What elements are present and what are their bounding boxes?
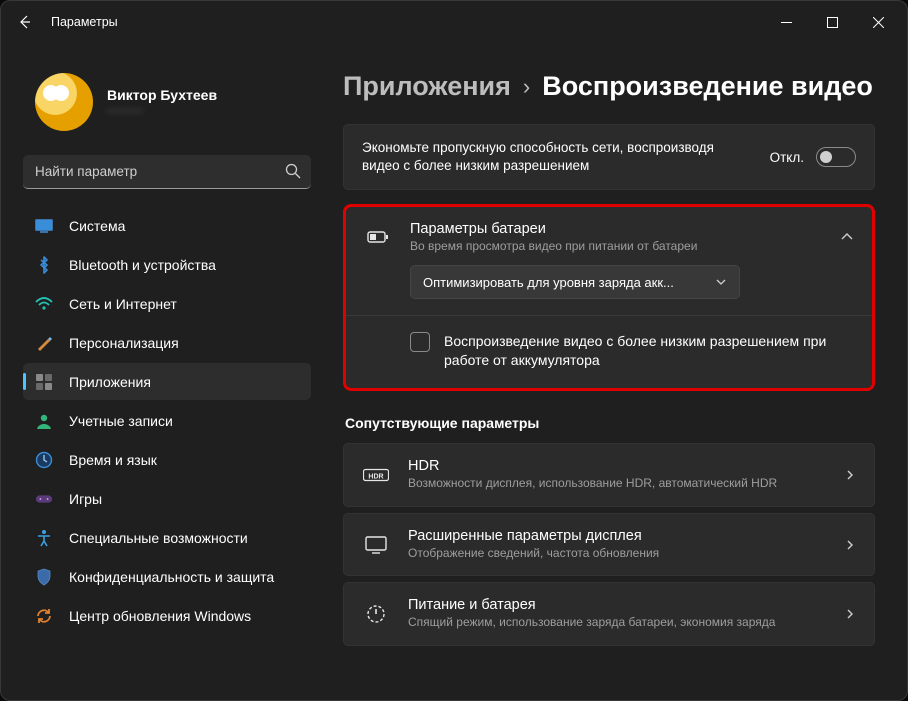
bandwidth-card: Экономьте пропускную способность сети, в…	[343, 124, 875, 190]
bandwidth-toggle[interactable]	[816, 147, 856, 167]
low-res-checkbox[interactable]	[410, 332, 430, 352]
battery-header[interactable]: Параметры батареи Во время просмотра вид…	[346, 207, 872, 259]
link-title: Расширенные параметры дисплея	[408, 528, 826, 544]
link-subtitle: Возможности дисплея, использование HDR, …	[408, 476, 826, 492]
chevron-down-icon	[715, 276, 727, 288]
battery-subtitle: Во время просмотра видео при питании от …	[410, 239, 822, 253]
chevron-right-icon: ›	[523, 74, 530, 100]
chevron-right-icon	[844, 608, 856, 620]
link-title: Питание и батарея	[408, 597, 826, 613]
nav-personalization[interactable]: Персонализация	[23, 324, 311, 361]
low-res-checkbox-row: Воспроизведение видео с более низким раз…	[346, 316, 872, 388]
battery-icon	[364, 228, 392, 246]
nav-gaming[interactable]: Игры	[23, 480, 311, 517]
clock-globe-icon	[35, 451, 53, 469]
profile-email: ———	[107, 103, 217, 117]
breadcrumb-parent[interactable]: Приложения	[343, 71, 511, 102]
maximize-button[interactable]	[809, 6, 855, 38]
gamepad-icon	[35, 490, 53, 508]
main-content: Приложения › Воспроизведение видео Эконо…	[323, 43, 903, 700]
close-button[interactable]	[855, 6, 901, 38]
breadcrumb: Приложения › Воспроизведение видео	[343, 71, 875, 102]
battery-settings-group: Параметры батареи Во время просмотра вид…	[343, 204, 875, 391]
profile-block[interactable]: Виктор Бухтеев ———	[23, 73, 323, 131]
nav-accessibility[interactable]: Специальные возможности	[23, 519, 311, 556]
checkbox-label: Воспроизведение видео с более низким раз…	[444, 332, 854, 370]
nav-label: Конфиденциальность и защита	[69, 569, 274, 585]
nav-label: Приложения	[69, 374, 151, 390]
dropdown-value: Оптимизировать для уровня заряда акк...	[423, 275, 674, 290]
search-input[interactable]	[23, 155, 311, 189]
chevron-up-icon	[840, 230, 854, 244]
nav-label: Время и язык	[69, 452, 157, 468]
link-display-advanced[interactable]: Расширенные параметры дисплея Отображени…	[343, 513, 875, 577]
bluetooth-icon	[35, 256, 53, 274]
nav-label: Специальные возможности	[69, 530, 248, 546]
monitor-icon	[35, 217, 53, 235]
nav-label: Система	[69, 218, 125, 234]
person-icon	[35, 412, 53, 430]
nav: Система Bluetooth и устройства Сеть и Ин…	[23, 207, 323, 634]
arrow-left-icon	[17, 14, 33, 30]
nav-label: Центр обновления Windows	[69, 608, 251, 624]
maximize-icon	[827, 17, 838, 28]
nav-label: Учетные записи	[69, 413, 173, 429]
window-title: Параметры	[51, 15, 118, 29]
minimize-button[interactable]	[763, 6, 809, 38]
chevron-right-icon	[844, 539, 856, 551]
battery-title: Параметры батареи	[410, 221, 822, 237]
toggle-state-label: Откл.	[770, 150, 804, 165]
back-button[interactable]	[7, 4, 43, 40]
link-subtitle: Спящий режим, использование заряда батар…	[408, 615, 826, 631]
brush-icon	[35, 334, 53, 352]
search-icon	[285, 163, 301, 179]
nav-label: Bluetooth и устройства	[69, 257, 216, 273]
search-box	[23, 155, 311, 189]
nav-label: Игры	[69, 491, 102, 507]
nav-accounts[interactable]: Учетные записи	[23, 402, 311, 439]
accessibility-icon	[35, 529, 53, 547]
power-icon	[362, 603, 390, 625]
titlebar: Параметры	[1, 1, 907, 43]
minimize-icon	[781, 17, 792, 28]
apps-icon	[35, 373, 53, 391]
nav-system[interactable]: Система	[23, 207, 311, 244]
page-title: Воспроизведение видео	[542, 71, 873, 102]
hdr-icon: HDR	[362, 466, 390, 484]
battery-dropdown[interactable]: Оптимизировать для уровня заряда акк...	[410, 265, 740, 299]
nav-time-language[interactable]: Время и язык	[23, 441, 311, 478]
close-icon	[873, 17, 884, 28]
bandwidth-desc: Экономьте пропускную способность сети, в…	[362, 139, 752, 175]
nav-network[interactable]: Сеть и Интернет	[23, 285, 311, 322]
nav-bluetooth[interactable]: Bluetooth и устройства	[23, 246, 311, 283]
nav-privacy[interactable]: Конфиденциальность и защита	[23, 558, 311, 595]
link-hdr[interactable]: HDR HDR Возможности дисплея, использован…	[343, 443, 875, 507]
nav-label: Сеть и Интернет	[69, 296, 177, 312]
profile-name: Виктор Бухтеев	[107, 87, 217, 103]
wifi-icon	[35, 295, 53, 313]
link-title: HDR	[408, 458, 826, 474]
related-heading: Сопутствующие параметры	[345, 415, 875, 431]
svg-text:HDR: HDR	[368, 474, 383, 481]
settings-window: Параметры Виктор Бухтеев ———	[0, 0, 908, 701]
nav-windows-update[interactable]: Центр обновления Windows	[23, 597, 311, 634]
sidebar: Виктор Бухтеев ——— Система Bluetooth и у…	[23, 43, 323, 700]
link-power-battery[interactable]: Питание и батарея Спящий режим, использо…	[343, 582, 875, 646]
update-icon	[35, 607, 53, 625]
nav-label: Персонализация	[69, 335, 179, 351]
shield-icon	[35, 568, 53, 586]
display-icon	[362, 535, 390, 555]
nav-apps[interactable]: Приложения	[23, 363, 311, 400]
chevron-right-icon	[844, 469, 856, 481]
avatar	[35, 73, 93, 131]
link-subtitle: Отображение сведений, частота обновления	[408, 546, 826, 562]
